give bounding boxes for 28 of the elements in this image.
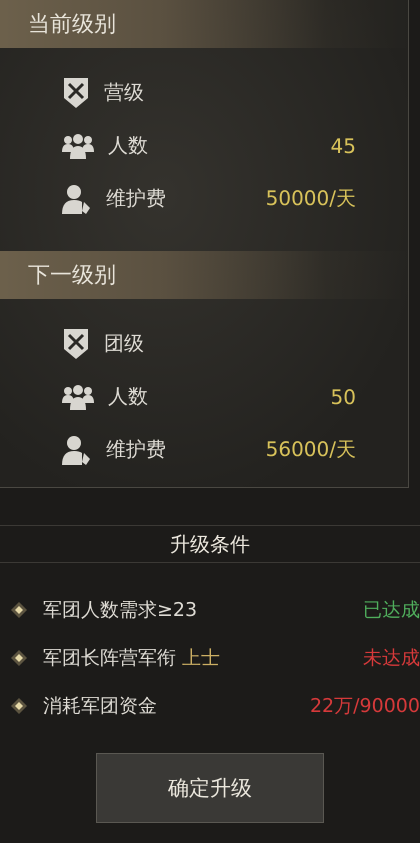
row-label: 维护费 — [106, 436, 167, 463]
shield-icon — [62, 328, 90, 360]
row-label: 人数 — [108, 383, 149, 410]
condition-status: 未达成 — [363, 646, 420, 671]
rank-text: 上士 — [182, 646, 221, 671]
conditions-title: 升级条件 — [170, 530, 250, 558]
confirm-upgrade-button[interactable]: 确定升级 — [96, 753, 324, 823]
row-value: 45 — [330, 134, 356, 158]
people-icon — [62, 132, 94, 160]
condition-text: 军团人数需求≥23 — [43, 598, 198, 623]
diamond-icon — [10, 601, 28, 619]
condition-text: 消耗军团资金 — [43, 694, 158, 719]
row-label: 营级 — [104, 79, 145, 106]
row-value: 50000/天 — [266, 185, 356, 212]
row-value: 56000/天 — [266, 436, 356, 463]
people-icon — [62, 382, 94, 410]
row-label: 团级 — [104, 330, 145, 357]
condition-text: 军团长阵营军衔 — [43, 646, 176, 671]
person-wrench-icon — [62, 184, 92, 214]
shield-icon — [62, 76, 90, 108]
row-value: 50 — [330, 384, 356, 408]
row-label: 维护费 — [106, 185, 167, 212]
condition-status: 已达成 — [363, 598, 420, 623]
diamond-icon — [10, 649, 28, 667]
diamond-icon — [10, 697, 28, 715]
person-wrench-icon — [62, 434, 92, 464]
row-label: 人数 — [108, 132, 149, 159]
condition-status: 22万/90000 — [310, 694, 420, 719]
